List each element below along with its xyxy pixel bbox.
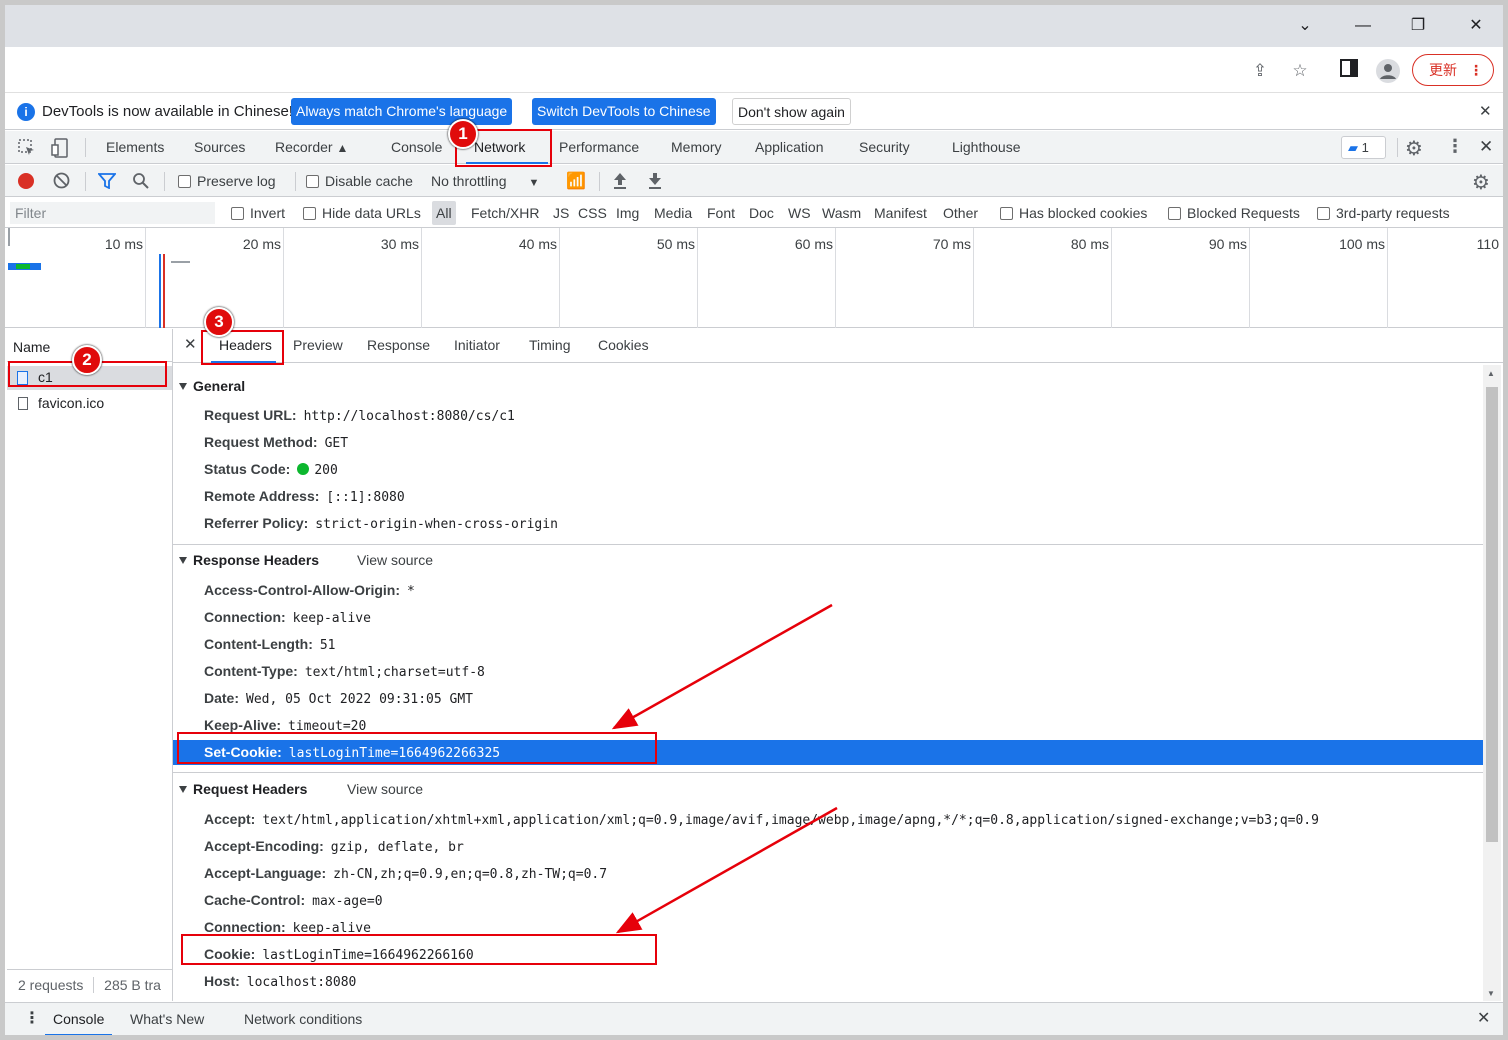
browser-window: ⌄ — ❐ ✕ ⇪ ☆ 更新 ⋮ i DevTools is now availa… [5, 5, 1503, 1035]
annotation-arrow-cookie [615, 806, 838, 934]
annotation-arrows [611, 603, 838, 934]
annotation-arrow-set-cookie [611, 603, 833, 730]
